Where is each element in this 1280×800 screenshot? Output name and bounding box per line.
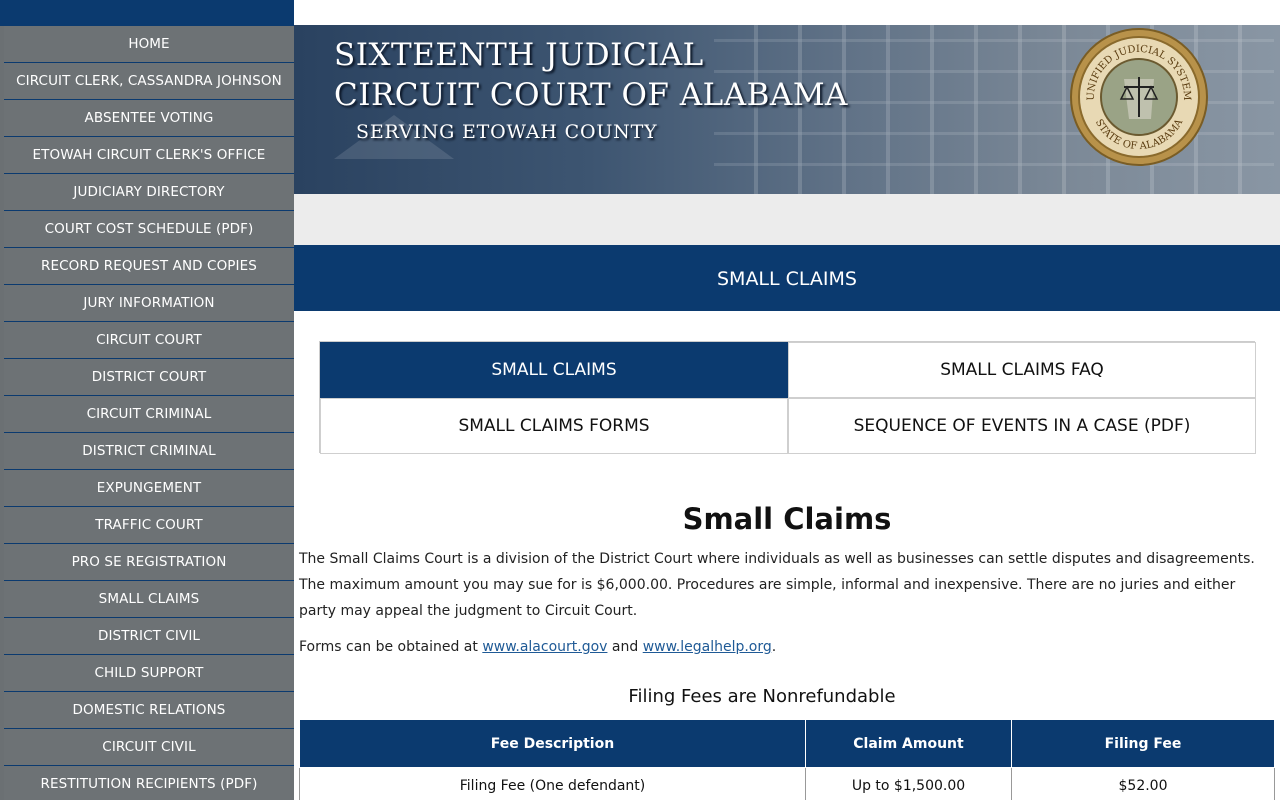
sidebar-item-traffic-court[interactable]: TRAFFIC COURT [4,507,294,544]
sidebar-menu: HOME CIRCUIT CLERK, CASSANDRA JOHNSON AB… [0,26,294,800]
intro-paragraph: The Small Claims Court is a division of … [299,551,1255,619]
fee-table-header-row: Fee Description Claim Amount Filing Fee [299,719,1275,768]
sidebar-item-jury-information[interactable]: JURY INFORMATION [4,285,294,322]
site-banner: SIXTEENTH JUDICIAL CIRCUIT COURT OF ALAB… [294,25,1280,194]
banner-title-line-2: CIRCUIT COURT OF ALABAMA [334,77,848,113]
sidebar-top-bar [0,0,294,26]
sidebar-nav: HOME CIRCUIT CLERK, CASSANDRA JOHNSON AB… [0,0,294,800]
cell-claim-amount: Up to $1,500.00 [805,767,1012,800]
forms-paragraph: Forms can be obtained at www.alacourt.go… [299,634,1259,660]
sidebar-item-small-claims[interactable]: SMALL CLAIMS [4,581,294,618]
sidebar-item-clerks-office[interactable]: ETOWAH CIRCUIT CLERK'S OFFICE [4,137,294,174]
cell-filing-fee: $52.00 [1011,767,1275,800]
sidebar-item-circuit-clerk[interactable]: CIRCUIT CLERK, CASSANDRA JOHNSON [4,63,294,100]
sidebar-item-district-court[interactable]: DISTRICT COURT [4,359,294,396]
tab-small-claims-forms[interactable]: SMALL CLAIMS FORMS [320,398,788,454]
tab-sequence-of-events-pdf[interactable]: SEQUENCE OF EVENTS IN A CASE (PDF) [788,398,1256,454]
fee-table: Fee Description Claim Amount Filing Fee … [299,719,1275,800]
sidebar-item-home[interactable]: HOME [4,26,294,63]
sidebar-item-court-cost-schedule[interactable]: COURT COST SCHEDULE (PDF) [4,211,294,248]
sidebar-item-district-civil[interactable]: DISTRICT CIVIL [4,618,294,655]
sidebar-item-restitution-recipients[interactable]: RESTITUTION RECIPIENTS (PDF) [4,766,294,800]
banner-gray-strip [294,194,1280,245]
cell-fee-description: Filing Fee (One defendant) [299,767,806,800]
sidebar-item-absentee-voting[interactable]: ABSENTEE VOTING [4,100,294,137]
tab-small-claims-faq[interactable]: SMALL CLAIMS FAQ [788,342,1256,398]
forms-suffix-text: . [771,639,777,655]
sidebar-item-expungement[interactable]: EXPUNGEMENT [4,470,294,507]
header-fee-description: Fee Description [299,719,806,768]
alacourt-link[interactable]: www.alacourt.gov [482,639,607,655]
forms-and-text: and [607,639,643,655]
sidebar-item-domestic-relations[interactable]: DOMESTIC RELATIONS [4,692,294,729]
banner-subtitle: SERVING ETOWAH COUNTY [356,121,658,143]
banner-title-line-1: SIXTEENTH JUDICIAL [334,37,704,73]
sidebar-item-circuit-court[interactable]: CIRCUIT COURT [4,322,294,359]
legalhelp-link[interactable]: www.legalhelp.org [643,639,772,655]
sidebar-item-child-support[interactable]: CHILD SUPPORT [4,655,294,692]
content-heading: Small Claims [682,502,892,536]
sidebar-item-pro-se-registration[interactable]: PRO SE REGISTRATION [4,544,294,581]
sub-page-tabs: SMALL CLAIMS SMALL CLAIMS FAQ SMALL CLAI… [319,341,1256,454]
header-filing-fee: Filing Fee [1011,719,1275,768]
table-row: Filing Fee (One defendant) Up to $1,500.… [299,767,1275,800]
tab-small-claims[interactable]: SMALL CLAIMS [320,342,788,398]
sidebar-item-district-criminal[interactable]: DISTRICT CRIMINAL [4,433,294,470]
page-title: SMALL CLAIMS [294,245,1280,311]
sidebar-item-circuit-criminal[interactable]: CIRCUIT CRIMINAL [4,396,294,433]
header-claim-amount: Claim Amount [805,719,1012,768]
forms-prefix-text: Forms can be obtained at [299,639,483,655]
sidebar-item-judiciary-directory[interactable]: JUDICIARY DIRECTORY [4,174,294,211]
fees-heading: Filing Fees are Nonrefundable [628,686,896,707]
sidebar-item-circuit-civil[interactable]: CIRCUIT CIVIL [4,729,294,766]
state-seal-logo: UNIFIED JUDICIAL SYSTEM STATE OF ALABAMA [1070,28,1208,166]
sidebar-item-record-request[interactable]: RECORD REQUEST AND COPIES [4,248,294,285]
